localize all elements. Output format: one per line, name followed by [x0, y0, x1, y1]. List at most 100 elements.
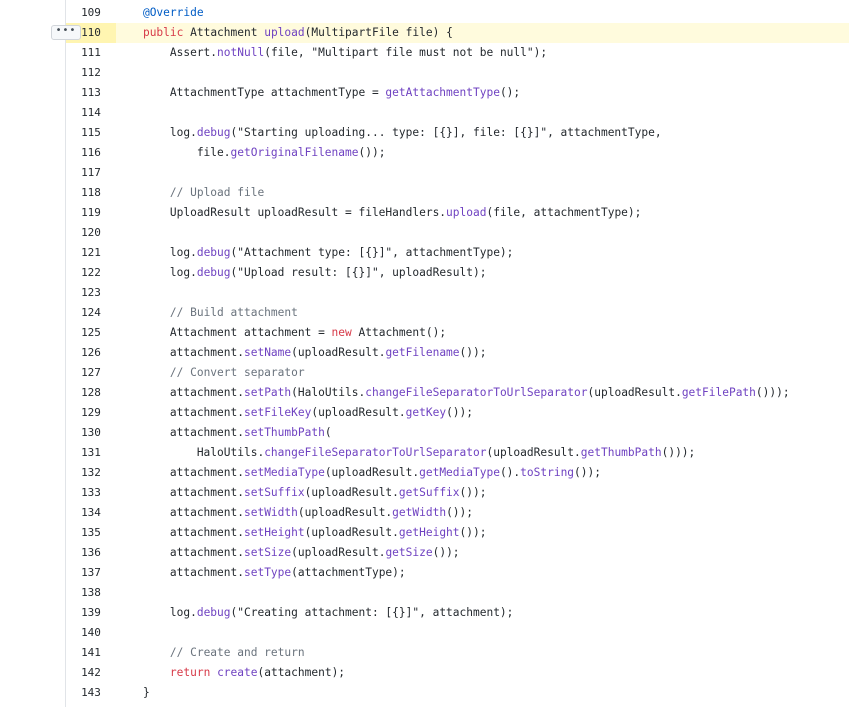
line-number[interactable]: 127	[66, 363, 116, 383]
code-token: (uploadResult.	[297, 506, 393, 519]
code-line: 125 Attachment attachment = new Attachme…	[0, 323, 849, 343]
code-line: 121 log.debug("Attachment type: [{}]", a…	[0, 243, 849, 263]
code-text: attachment.setMediaType(uploadResult.get…	[116, 463, 849, 483]
line-options-button[interactable]: •••	[51, 25, 81, 40]
line-number[interactable]: 138	[66, 583, 116, 603]
code-token: (MultipartFile file) {	[304, 26, 453, 39]
code-token: return	[169, 666, 211, 679]
code-token: log.	[116, 266, 197, 279]
line-number[interactable]: 116	[66, 143, 116, 163]
code-text: }	[116, 683, 849, 703]
line-number[interactable]: 117	[66, 163, 116, 183]
code-token: // Convert separator	[169, 366, 305, 379]
code-token: toString	[520, 466, 575, 479]
line-number[interactable]: 121	[66, 243, 116, 263]
code-line: 131 HaloUtils.changeFileSeparatorToUrlSe…	[0, 443, 849, 463]
code-text: public Attachment upload(MultipartFile f…	[116, 23, 849, 43]
code-line: 130 attachment.setThumbPath(	[0, 423, 849, 443]
code-token: attachment.	[116, 566, 244, 579]
line-number[interactable]: 118	[66, 183, 116, 203]
line-number[interactable]: 120	[66, 223, 116, 243]
line-number[interactable]: 139	[66, 603, 116, 623]
line-number[interactable]: 119	[66, 203, 116, 223]
code-token: getSize	[385, 546, 433, 559]
code-token: ());	[358, 146, 386, 159]
code-text: attachment.setThumbPath(	[116, 423, 849, 443]
code-text: log.debug("Attachment type: [{}]", attac…	[116, 243, 849, 263]
code-token: HaloUtils.	[116, 446, 265, 459]
line-number[interactable]: 132	[66, 463, 116, 483]
code-token: UploadResult uploadResult = fileHandlers…	[116, 206, 447, 219]
line-number[interactable]: 112	[66, 63, 116, 83]
line-number[interactable]: 136	[66, 543, 116, 563]
code-line: 122 log.debug("Upload result: [{}]", upl…	[0, 263, 849, 283]
code-line: 137 attachment.setType(attachmentType);	[0, 563, 849, 583]
line-number[interactable]: 128	[66, 383, 116, 403]
code-token: Attachment attachment =	[116, 326, 332, 339]
line-number[interactable]: 109	[66, 3, 116, 23]
code-line: 135 attachment.setHeight(uploadResult.ge…	[0, 523, 849, 543]
code-token: setPath	[243, 386, 292, 399]
line-number[interactable]: 111	[66, 43, 116, 63]
code-line: 141 // Create and return	[0, 643, 849, 663]
line-number[interactable]: 137	[66, 563, 116, 583]
line-number[interactable]: 122	[66, 263, 116, 283]
code-text: Attachment attachment = new Attachment()…	[116, 323, 849, 343]
line-number[interactable]: 126	[66, 343, 116, 363]
code-line: 128 attachment.setPath(HaloUtils.changeF…	[0, 383, 849, 403]
line-number[interactable]: 135	[66, 523, 116, 543]
code-text: attachment.setSuffix(uploadResult.getSuf…	[116, 483, 849, 503]
code-token: getFilename	[385, 346, 460, 359]
line-number[interactable]: 125	[66, 323, 116, 343]
line-number[interactable]: 129	[66, 403, 116, 423]
code-line: 114	[0, 103, 849, 123]
line-number[interactable]: 140	[66, 623, 116, 643]
code-text: Assert.notNull(file, "Multipart file mus…	[116, 43, 849, 63]
code-token: ());	[574, 466, 601, 479]
code-text: // Upload file	[116, 183, 849, 203]
code-token: (file, "Multipart file must not be null"…	[264, 46, 548, 59]
code-text: return create(attachment);	[116, 663, 849, 683]
code-text: log.debug("Creating attachment: [{}]", a…	[116, 603, 849, 623]
code-line: 132 attachment.setMediaType(uploadResult…	[0, 463, 849, 483]
code-token: setMediaType	[243, 466, 325, 479]
line-number[interactable]: 113	[66, 83, 116, 103]
code-line: 118 // Upload file	[0, 183, 849, 203]
code-token: getWidth	[392, 506, 447, 519]
line-number[interactable]: 134	[66, 503, 116, 523]
line-number[interactable]: 123	[66, 283, 116, 303]
code-token: debug	[196, 606, 231, 619]
code-token: debug	[196, 246, 231, 259]
code-token: debug	[196, 126, 231, 139]
line-number[interactable]: 115	[66, 123, 116, 143]
code-line: 110 public Attachment upload(MultipartFi…	[0, 23, 849, 43]
code-token: ("Creating attachment: [{}]", attachment…	[230, 606, 514, 619]
code-token: getMediaType	[419, 466, 500, 479]
line-number[interactable]: 131	[66, 443, 116, 463]
code-line: 140	[0, 623, 849, 643]
line-number[interactable]: 133	[66, 483, 116, 503]
code-token: setName	[243, 346, 292, 359]
code-token: debug	[196, 266, 231, 279]
code-text: attachment.setHeight(uploadResult.getHei…	[116, 523, 849, 543]
code-token: // Create and return	[169, 646, 305, 659]
line-number[interactable]: 114	[66, 103, 116, 123]
code-token: ());	[459, 486, 487, 499]
code-line: 143 }	[0, 683, 849, 703]
code-token: (uploadResult.	[304, 526, 399, 539]
code-line: 116 file.getOriginalFilename());	[0, 143, 849, 163]
code-token: attachment.	[116, 506, 244, 519]
line-number[interactable]: 142	[66, 663, 116, 683]
code-token: ()));	[661, 446, 696, 459]
code-token: upload	[264, 26, 305, 39]
line-number[interactable]: 141	[66, 643, 116, 663]
code-token: getOriginalFilename	[230, 146, 359, 159]
line-number[interactable]: 143	[66, 683, 116, 703]
code-token: ("Attachment type: [{}]", attachmentType…	[230, 246, 514, 259]
line-number[interactable]: 124	[66, 303, 116, 323]
line-number[interactable]: 130	[66, 423, 116, 443]
